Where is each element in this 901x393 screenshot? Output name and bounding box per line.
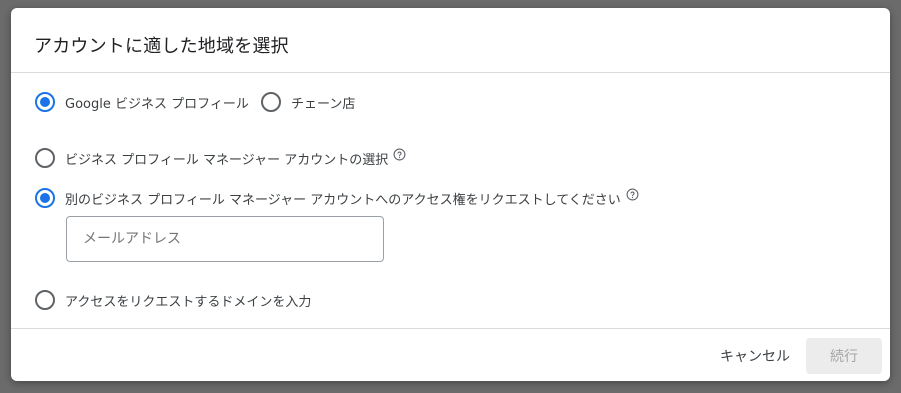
radio-option-google-business-profile[interactable]: Google ビジネス プロフィール [35, 92, 249, 112]
radio-label-google-business-profile: Google ビジネス プロフィール [65, 96, 249, 112]
help-circle-icon[interactable] [626, 188, 639, 201]
radio-option-select-manager-account[interactable]: ビジネス プロフィール マネージャー アカウントの選択 [35, 148, 406, 168]
radio-button-unchecked[interactable] [261, 92, 281, 112]
radio-button-checked[interactable] [35, 92, 55, 112]
radio-option-chain-store[interactable]: チェーン店 [261, 92, 355, 112]
radio-label-enter-domain: アクセスをリクエストするドメインを入力 [65, 294, 312, 310]
radio-label-request-access: 別のビジネス プロフィール マネージャー アカウントへのアクセス権をリクエストし… [65, 192, 621, 208]
header-divider [11, 72, 890, 73]
radio-option-enter-domain[interactable]: アクセスをリクエストするドメインを入力 [35, 290, 311, 310]
radio-label-chain-store: チェーン店 [291, 96, 356, 112]
radio-label-select-manager-account: ビジネス プロフィール マネージャー アカウントの選択 [65, 152, 389, 168]
account-region-dialog: アカウントに適した地域を選択 Google ビジネス プロフィール チェーン店 … [11, 8, 890, 381]
continue-button[interactable]: 続行 [806, 338, 882, 374]
help-circle-icon[interactable] [393, 148, 406, 161]
footer-divider [11, 328, 890, 329]
radio-button-unchecked[interactable] [35, 290, 55, 310]
dialog-title: アカウントに適した地域を選択 [34, 36, 289, 57]
email-address-input[interactable] [66, 216, 384, 262]
radio-option-request-access[interactable]: 別のビジネス プロフィール マネージャー アカウントへのアクセス権をリクエストし… [35, 188, 639, 208]
radio-button-unchecked[interactable] [35, 148, 55, 168]
radio-button-checked[interactable] [35, 188, 55, 208]
cancel-button[interactable]: キャンセル [711, 339, 799, 373]
